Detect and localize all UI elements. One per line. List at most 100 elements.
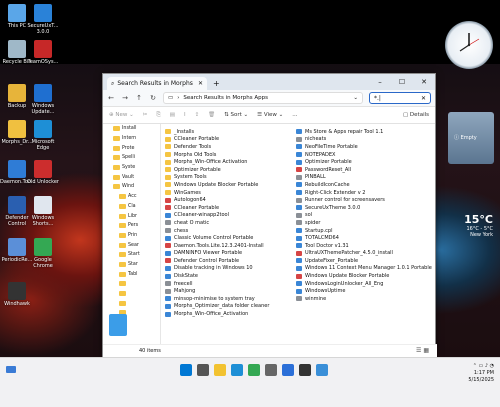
nav-item[interactable]: Install [103, 124, 160, 134]
file-item[interactable]: Defender Control Portable [165, 257, 269, 265]
file-item[interactable]: CCleaner Portable [165, 204, 269, 212]
nav-item[interactable]: Vault [103, 172, 160, 182]
file-explorer-icon[interactable] [214, 364, 226, 376]
address-bar[interactable]: ▭ › Search Results in Morphs Apps ⌄ [163, 92, 363, 104]
nav-item[interactable]: Syste [103, 163, 160, 173]
nav-item[interactable] [103, 298, 160, 308]
nav-item[interactable]: Star [103, 260, 160, 270]
chevron-down-icon[interactable]: ⌄ [353, 95, 358, 101]
start-icon[interactable] [180, 364, 192, 376]
file-item[interactable]: Morphs Old Tools [165, 151, 269, 159]
file-item[interactable]: cheat O matic [165, 219, 269, 227]
file-item[interactable]: chess [165, 227, 269, 235]
terminal-icon[interactable] [299, 364, 311, 376]
file-item[interactable]: WindowsUptime [296, 287, 432, 295]
file-item[interactable]: TOTALCMD64 [296, 234, 432, 242]
back-icon[interactable]: ← [107, 94, 115, 102]
nav-item[interactable] [103, 279, 160, 289]
widgets-icon[interactable] [5, 363, 17, 375]
refresh-icon[interactable]: ↻ [149, 94, 157, 102]
nav-item[interactable]: Intern [103, 134, 160, 144]
file-item[interactable]: sol [296, 212, 432, 220]
file-item[interactable]: Windows 11 Context Menu Manager 1.0.1 Po… [296, 265, 432, 273]
file-item[interactable]: _Installs [165, 128, 269, 136]
nav-item[interactable]: Wind [103, 182, 160, 192]
file-item[interactable]: Windows Update Blocker Portable [165, 181, 269, 189]
file-item[interactable]: Windows Update Blocker Portable [296, 272, 432, 280]
delete-icon[interactable]: 🗑 [208, 112, 215, 118]
nav-item[interactable]: Start [103, 250, 160, 260]
desktop-icon[interactable]: Windhawk [0, 282, 34, 307]
system-tray[interactable]: ⌃ ▭ ♪ ◔ 1:17 PM 5/15/2025 [468, 363, 494, 384]
desktop-icon[interactable]: SecureUxT... 3.0.0 [26, 4, 60, 35]
file-item[interactable]: PasswordReset_All [296, 166, 432, 174]
close-button[interactable]: ✕ [413, 74, 435, 90]
tab-search-results[interactable]: ⌕ Search Results in Morphs ✕ [107, 77, 207, 90]
desktop-icon[interactable]: Windows Update... [26, 84, 60, 115]
file-item[interactable]: CCleaner Portable [165, 136, 269, 144]
file-item[interactable]: spider [296, 219, 432, 227]
nav-item[interactable] [103, 289, 160, 299]
close-tab-icon[interactable]: ✕ [198, 80, 203, 87]
file-item[interactable]: Morphs_Win-Office_Activation [165, 310, 269, 318]
view-toggle[interactable]: ☰ ▦ [416, 347, 429, 354]
empty-gadget[interactable]: ⓘ Empty [448, 112, 494, 164]
file-item[interactable]: Startup.cpl [296, 227, 432, 235]
chrome-icon[interactable] [248, 364, 260, 376]
file-item[interactable]: Runner control for screensavers [296, 196, 432, 204]
nav-item[interactable]: Acc [103, 192, 160, 202]
file-item[interactable]: Right-Click Extender v 2 [296, 189, 432, 197]
file-item[interactable]: SecureUxTheme 3.0.0 [296, 204, 432, 212]
desktop-icon[interactable]: Windows Shorts... [26, 196, 60, 227]
share-icon[interactable]: ⇪ [195, 112, 200, 118]
file-item[interactable]: PINBALL [296, 174, 432, 182]
nav-item[interactable]: Tabl [103, 269, 160, 279]
rename-icon[interactable]: Ⅰ [184, 112, 186, 118]
nav-item[interactable]: Spelli [103, 153, 160, 163]
file-item[interactable]: UltraUXThemePatcher_4.5.0_install [296, 250, 432, 258]
maximize-button[interactable]: ☐ [391, 74, 413, 90]
file-item[interactable]: NeoFileTime Portable [296, 143, 432, 151]
nav-item[interactable]: Libr [103, 211, 160, 221]
nav-item[interactable]: Prin [103, 231, 160, 241]
cut-icon[interactable]: ✂ [143, 112, 148, 118]
settings-icon[interactable] [265, 364, 277, 376]
desktop-icon[interactable]: Google Chrome [26, 238, 60, 269]
file-item[interactable]: DAMNINFO Viewer Portable [165, 250, 269, 258]
file-item[interactable]: Morphs_Optimizer_data folder cleaner [165, 303, 269, 311]
file-item[interactable]: nicheats [296, 136, 432, 144]
forward-icon[interactable]: → [121, 94, 129, 102]
file-item[interactable]: Tool Doctor v1.31 [296, 242, 432, 250]
file-item[interactable]: minsop-minimise to system tray [165, 295, 269, 303]
file-item[interactable]: Ms Store & Apps repair Tool 1.1 [296, 128, 432, 136]
details-button[interactable]: ▢ Details [403, 112, 429, 118]
file-item[interactable]: Daemon.Tools.Lite.12.3.2401-Install [165, 242, 269, 250]
file-item[interactable]: RebuildIconCache [296, 181, 432, 189]
file-item[interactable]: System Tools [165, 174, 269, 182]
desktop-icon[interactable]: Old Unlocker [26, 160, 60, 185]
nav-item[interactable]: Pers [103, 221, 160, 231]
nav-item[interactable]: Sear [103, 240, 160, 250]
file-item[interactable]: UpdateFixer_Portable [296, 257, 432, 265]
nav-item[interactable]: Cla [103, 202, 160, 212]
paste-icon[interactable]: ▤ [170, 112, 175, 118]
file-item[interactable]: Classic Volume Control Portable [165, 234, 269, 242]
edge-icon[interactable] [231, 364, 243, 376]
search-icon[interactable] [197, 364, 209, 376]
file-item[interactable]: Morphs_Win-Office Activation [165, 158, 269, 166]
file-item[interactable]: Autologon64 [165, 196, 269, 204]
file-item[interactable]: winmine [296, 295, 432, 303]
desktop-icon[interactable]: Microsoft Edge [26, 120, 60, 151]
view-button[interactable]: ☰ View ⌄ [257, 112, 283, 118]
new-button[interactable]: ⊕ New ⌄ [109, 112, 134, 118]
file-item[interactable]: DiskState [165, 272, 269, 280]
new-tab-button[interactable]: + [213, 77, 220, 90]
file-item[interactable]: Optimizer Portable [165, 166, 269, 174]
desktop-icon[interactable]: TeamOSys... [26, 40, 60, 65]
search-input[interactable]: *.| ✕ [369, 92, 431, 104]
up-icon[interactable]: ↑ [135, 94, 143, 102]
search-clear-icon[interactable]: ✕ [421, 95, 426, 102]
file-item[interactable]: Defender Tools [165, 143, 269, 151]
file-item[interactable]: Optimizer Portable [296, 158, 432, 166]
store-icon[interactable] [282, 364, 294, 376]
